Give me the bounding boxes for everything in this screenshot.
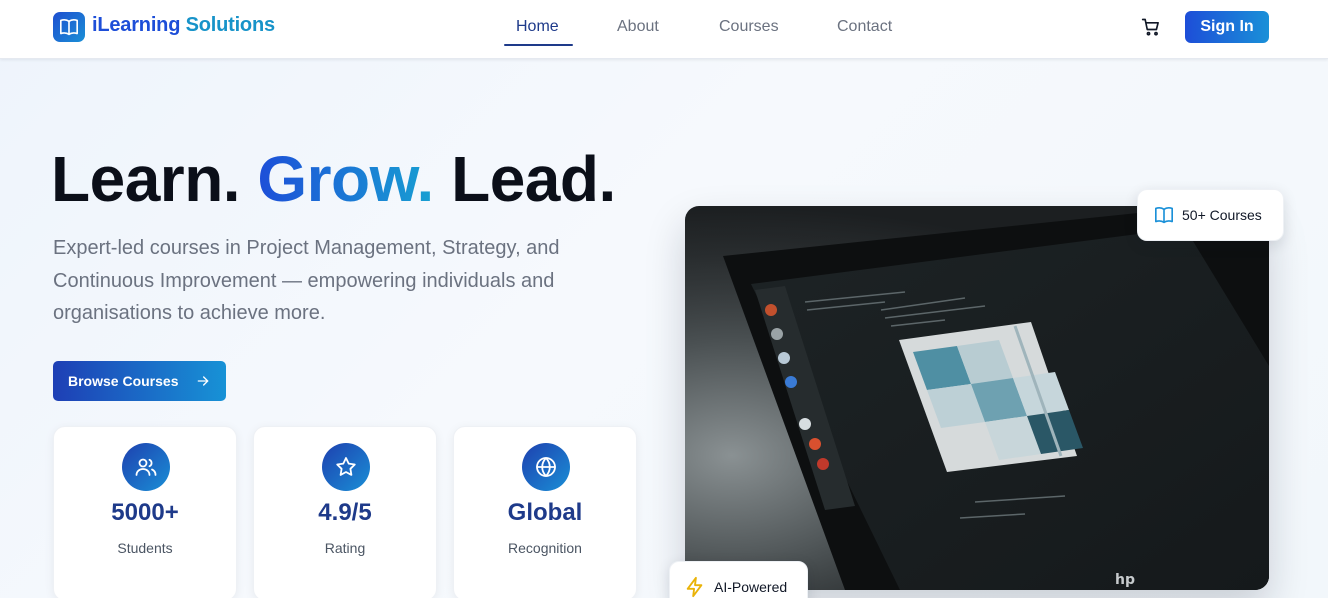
laptop-illustration: hp xyxy=(685,206,1269,590)
stat-value: 5000+ xyxy=(111,499,179,526)
browse-courses-button[interactable]: Browse Courses xyxy=(53,361,226,401)
brand-part-1: iLearning xyxy=(92,14,181,36)
lightning-bolt-icon xyxy=(686,576,703,598)
hero-title: Learn. Grow. Lead. xyxy=(51,142,616,216)
stat-value: 4.9/5 xyxy=(318,499,372,526)
book-logo-icon[interactable] xyxy=(53,12,85,42)
courses-count-text: 50+ Courses xyxy=(1182,207,1262,223)
hero-title-lead: Lead. xyxy=(451,143,616,215)
nav-home[interactable]: Home xyxy=(516,18,559,36)
stat-value: Global xyxy=(507,499,583,526)
sign-in-button[interactable]: Sign In xyxy=(1185,11,1269,43)
stat-label: Rating xyxy=(324,540,366,556)
brand-name[interactable]: iLearning Solutions xyxy=(92,14,275,37)
nav-about[interactable]: About xyxy=(617,18,659,36)
users-icon xyxy=(122,443,170,491)
hero-title-learn: Learn. xyxy=(51,143,241,215)
stat-label: Recognition xyxy=(508,540,582,556)
nav-active-indicator xyxy=(504,44,573,46)
globe-icon xyxy=(522,443,570,491)
hero-title-grow: Grow. xyxy=(257,143,434,215)
stat-card-recognition: Global Recognition xyxy=(453,426,637,598)
site-header: iLearning Solutions Home About Courses C… xyxy=(0,0,1328,59)
browse-courses-label: Browse Courses xyxy=(68,373,179,389)
hero-subtitle: Expert-led courses in Project Management… xyxy=(53,237,560,324)
svg-text:hp: hp xyxy=(1115,572,1135,588)
courses-count-badge: 50+ Courses xyxy=(1137,189,1284,241)
shopping-cart-icon[interactable] xyxy=(1141,17,1161,37)
star-icon xyxy=(322,443,370,491)
stat-card-students: 5000+ Students xyxy=(53,426,237,598)
ai-powered-text: AI-Powered xyxy=(714,579,788,595)
ai-powered-badge: AI-Powered xyxy=(669,561,808,598)
stat-card-rating: 4.9/5 Rating xyxy=(253,426,437,598)
nav-courses[interactable]: Courses xyxy=(719,18,779,36)
stat-label: Students xyxy=(117,540,173,556)
nav-contact[interactable]: Contact xyxy=(837,18,892,36)
book-open-icon xyxy=(1155,207,1173,224)
brand-part-2: Solutions xyxy=(185,14,276,36)
arrow-right-icon xyxy=(197,376,209,386)
hero-laptop-image: hp xyxy=(685,206,1269,590)
